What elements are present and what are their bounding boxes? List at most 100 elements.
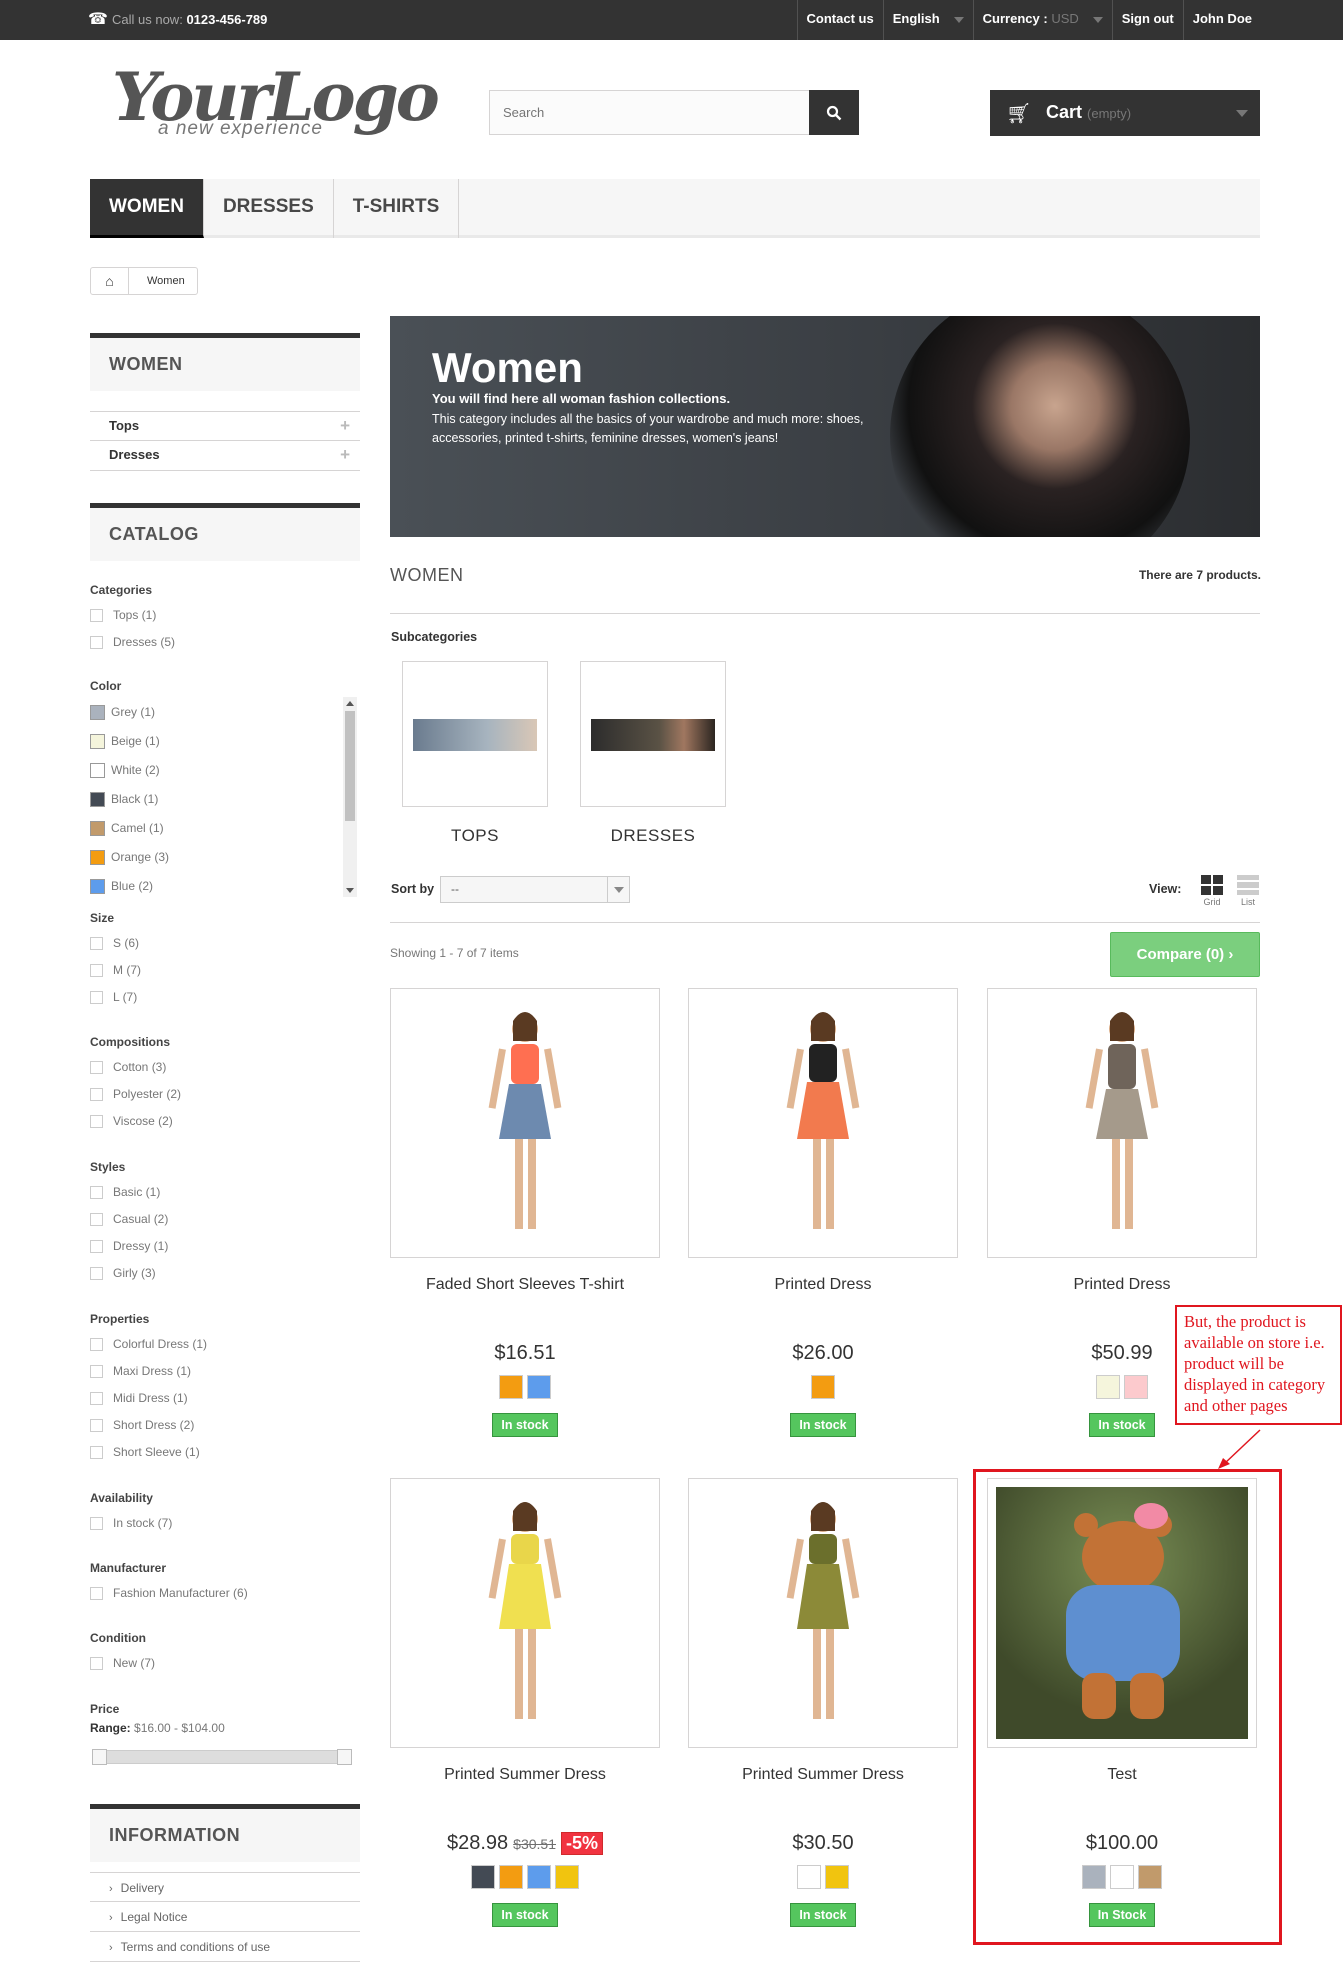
sign-out-link[interactable]: Sign out <box>1111 0 1183 40</box>
checkbox[interactable] <box>90 1115 103 1128</box>
price-slider-max-handle[interactable] <box>337 1749 352 1765</box>
search-input[interactable] <box>490 91 810 134</box>
filter-option[interactable]: Viscose (2) <box>90 1108 360 1135</box>
color-swatch[interactable] <box>471 1865 495 1889</box>
color-swatch[interactable] <box>90 763 105 778</box>
cart-button[interactable]: 🛒︎ Cart (empty) <box>990 90 1260 136</box>
filter-option[interactable]: White (2) <box>90 756 340 785</box>
color-swatch[interactable] <box>90 821 105 836</box>
compare-button[interactable]: Compare (0) › <box>1110 932 1260 977</box>
filter-option[interactable]: Girly (3) <box>90 1260 360 1287</box>
filter-option[interactable]: Cotton (3) <box>90 1054 360 1081</box>
filter-option[interactable]: M (7) <box>90 957 360 984</box>
checkbox[interactable] <box>90 636 103 649</box>
color-swatch[interactable] <box>90 734 105 749</box>
filter-option[interactable]: Casual (2) <box>90 1206 360 1233</box>
currency-selector[interactable]: Currency : USD <box>972 0 1112 40</box>
filter-option[interactable]: Basic (1) <box>90 1179 360 1206</box>
subcategory-dresses[interactable]: DRESSES <box>580 661 726 846</box>
expand-icon[interactable]: + <box>340 412 350 440</box>
checkbox[interactable] <box>90 1213 103 1226</box>
filter-option[interactable]: Short Sleeve (1) <box>90 1439 360 1466</box>
color-swatch[interactable] <box>527 1865 551 1889</box>
color-swatch[interactable] <box>90 879 105 894</box>
checkbox[interactable] <box>90 1365 103 1378</box>
checkbox[interactable] <box>90 1061 103 1074</box>
checkbox[interactable] <box>90 1267 103 1280</box>
color-swatch[interactable] <box>90 792 105 807</box>
subcategory-name[interactable]: DRESSES <box>580 826 726 846</box>
menu-item-tshirts[interactable]: T-SHIRTS <box>334 179 460 238</box>
color-swatch[interactable] <box>555 1865 579 1889</box>
checkbox[interactable] <box>90 937 103 950</box>
menu-item-dresses[interactable]: DRESSES <box>204 179 334 238</box>
scroll-up-icon[interactable] <box>346 701 354 706</box>
product-card[interactable]: Printed Dress $26.00 In stock <box>688 988 958 1437</box>
filter-option[interactable]: Beige (1) <box>90 727 340 756</box>
checkbox[interactable] <box>90 1338 103 1351</box>
color-swatch[interactable] <box>90 850 105 865</box>
filter-option[interactable]: Colorful Dress (1) <box>90 1331 360 1358</box>
sort-select[interactable]: -- <box>440 876 630 903</box>
checkbox[interactable] <box>90 1088 103 1101</box>
filter-option[interactable]: In stock (7) <box>90 1510 360 1537</box>
filter-option[interactable]: Black (1) <box>90 785 340 814</box>
color-swatch[interactable] <box>797 1865 821 1889</box>
product-image[interactable] <box>688 1478 958 1748</box>
search-button[interactable] <box>809 90 859 135</box>
filter-option[interactable]: Fashion Manufacturer (6) <box>90 1580 360 1607</box>
filter-option[interactable]: L (7) <box>90 984 360 1011</box>
scrollbar-thumb[interactable] <box>345 711 355 821</box>
filter-option[interactable]: S (6) <box>90 930 360 957</box>
language-selector[interactable]: English <box>882 0 973 40</box>
filter-option[interactable]: Camel (1) <box>90 814 340 843</box>
filter-option[interactable]: Tops (1) <box>90 602 360 629</box>
color-swatch[interactable] <box>811 1375 835 1399</box>
filter-option[interactable]: Orange (3) <box>90 843 340 872</box>
product-image[interactable] <box>987 988 1257 1258</box>
subcategory-name[interactable]: TOPS <box>402 826 548 846</box>
expand-icon[interactable]: + <box>340 441 350 469</box>
product-image[interactable] <box>390 988 660 1258</box>
filter-option[interactable]: Blue (2) <box>90 872 340 898</box>
checkbox[interactable] <box>90 1657 103 1670</box>
subcategory-image[interactable] <box>402 661 548 807</box>
checkbox[interactable] <box>90 1517 103 1530</box>
color-swatch[interactable] <box>1096 1375 1120 1399</box>
subcategory-image[interactable] <box>580 661 726 807</box>
color-swatch[interactable] <box>825 1865 849 1889</box>
filter-option[interactable]: New (7) <box>90 1650 360 1677</box>
info-link-delivery[interactable]: › Delivery <box>90 1872 360 1902</box>
home-icon[interactable]: ⌂ <box>91 268 129 294</box>
color-list-scrollbar[interactable] <box>343 697 357 897</box>
color-swatch[interactable] <box>1124 1375 1148 1399</box>
info-link-legal-notice[interactable]: › Legal Notice <box>90 1902 360 1932</box>
color-swatch[interactable] <box>527 1375 551 1399</box>
checkbox[interactable] <box>90 1587 103 1600</box>
product-name[interactable]: Printed Dress <box>688 1276 958 1316</box>
product-name[interactable]: Printed Summer Dress <box>390 1766 660 1806</box>
subcategory-tops[interactable]: TOPS <box>402 661 548 846</box>
menu-item-women[interactable]: WOMEN <box>90 179 204 238</box>
category-item-tops[interactable]: Tops + <box>90 411 360 441</box>
product-name[interactable]: Printed Summer Dress <box>688 1766 958 1806</box>
checkbox[interactable] <box>90 1392 103 1405</box>
filter-option[interactable]: Polyester (2) <box>90 1081 360 1108</box>
checkbox[interactable] <box>90 1446 103 1459</box>
checkbox[interactable] <box>90 991 103 1004</box>
filter-option[interactable]: Grey (1) <box>90 698 340 727</box>
color-swatch[interactable] <box>90 705 105 720</box>
grid-view-button[interactable]: Grid <box>1199 875 1225 907</box>
checkbox[interactable] <box>90 609 103 622</box>
checkbox[interactable] <box>90 1240 103 1253</box>
product-card[interactable]: Faded Short Sleeves T-shirt $16.51 In stoc… <box>390 988 660 1437</box>
color-swatch[interactable] <box>499 1865 523 1889</box>
price-slider-min-handle[interactable] <box>92 1749 107 1765</box>
product-card[interactable]: Printed Summer Dress $28.98 $30.51 -5% In st… <box>390 1478 660 1927</box>
info-link-terms[interactable]: › Terms and conditions of use <box>90 1932 360 1962</box>
product-card[interactable]: Printed Summer Dress $30.50 In stock <box>688 1478 958 1927</box>
filter-option[interactable]: Short Dress (2) <box>90 1412 360 1439</box>
contact-us-link[interactable]: Contact us <box>796 0 883 40</box>
checkbox[interactable] <box>90 1186 103 1199</box>
account-link[interactable]: John Doe <box>1182 0 1261 40</box>
